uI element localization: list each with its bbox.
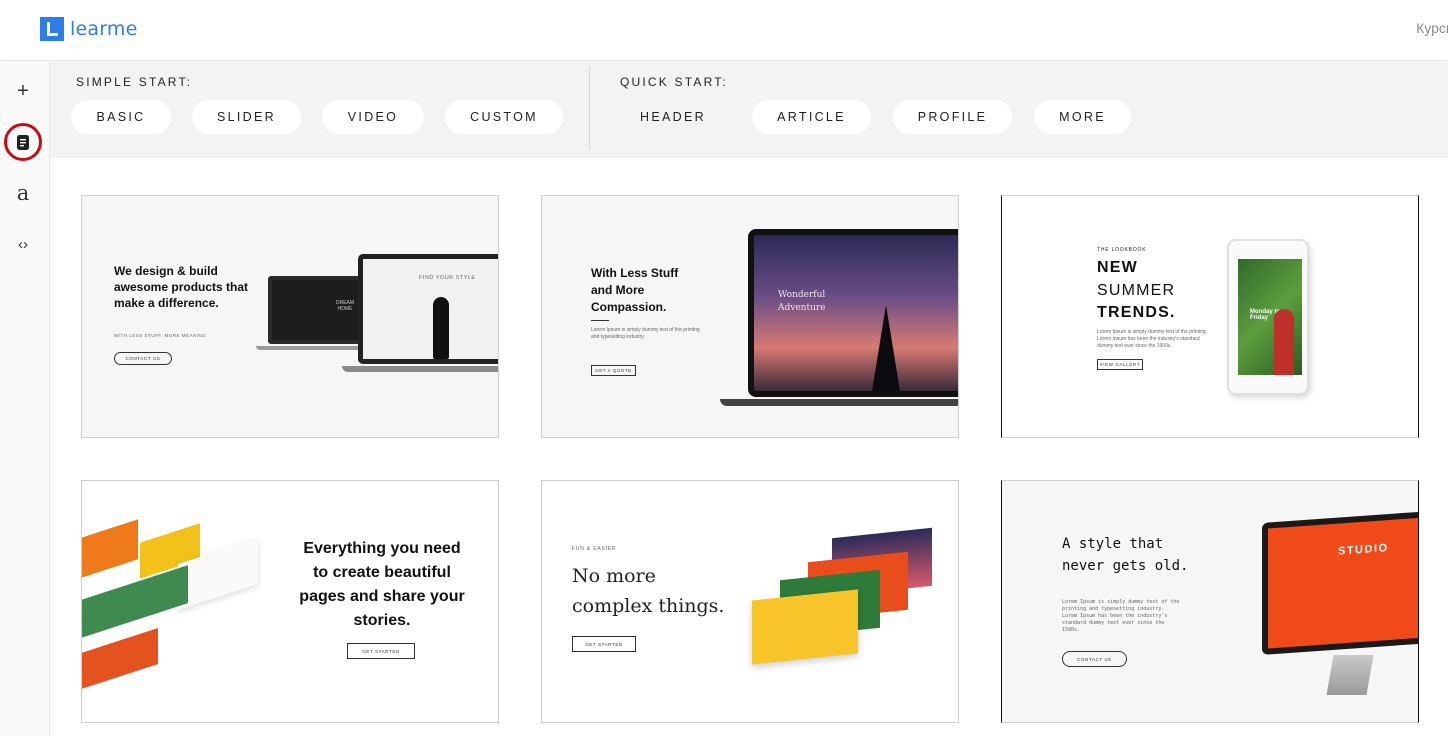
phone-image: Monday to Friday bbox=[1227, 239, 1309, 395]
card-button: CONTACT US bbox=[1062, 651, 1127, 667]
custom-button[interactable]: CUSTOM bbox=[445, 100, 563, 134]
template-card-6[interactable]: A style that never gets old. Lorem Ipsum… bbox=[1001, 480, 1419, 723]
add-block-button[interactable]: + bbox=[0, 76, 46, 106]
card-kicker: THE LOOKBOOK bbox=[1097, 247, 1147, 253]
laptop-image: DREAM HOME bbox=[268, 276, 364, 344]
card-rule bbox=[591, 320, 609, 321]
screen-text: STUDIO bbox=[1338, 542, 1389, 558]
card-kicker: FUN & EASIER bbox=[572, 546, 617, 552]
sidebar: + a ‹› bbox=[0, 62, 50, 736]
header-button[interactable]: HEADER bbox=[615, 100, 731, 134]
tree-silhouette bbox=[872, 305, 900, 391]
laptop-base-2 bbox=[342, 366, 498, 372]
logo-text: learme bbox=[70, 18, 138, 40]
card-title: No more complex things. bbox=[572, 565, 725, 617]
toolbar-divider bbox=[589, 66, 590, 150]
phone-photo: Monday to Friday bbox=[1238, 259, 1302, 375]
card-button: GET STARTED bbox=[572, 636, 636, 652]
card-title: We design & build awesome products that … bbox=[114, 264, 249, 310]
monitor-stand bbox=[1326, 655, 1374, 695]
card-title-1: NEW bbox=[1097, 259, 1138, 276]
highlight-circle bbox=[4, 123, 42, 161]
logo[interactable]: learme bbox=[40, 17, 138, 41]
card-button: GET A QUOTE bbox=[591, 365, 636, 376]
laptop-image: Wonderful Adventure bbox=[748, 229, 958, 397]
video-button[interactable]: VIDEO bbox=[322, 100, 424, 134]
person-figure bbox=[433, 297, 449, 359]
laptop-base bbox=[720, 399, 958, 406]
plus-icon: + bbox=[17, 79, 29, 102]
logo-icon bbox=[40, 17, 64, 41]
card-title: Everything you need to create beautiful … bbox=[299, 540, 465, 629]
more-button[interactable]: MORE bbox=[1034, 100, 1131, 134]
template-card-3[interactable]: THE LOOKBOOK NEW SUMMER TRENDS. Lorem Ip… bbox=[1001, 195, 1419, 438]
code-block-button[interactable]: ‹› bbox=[0, 229, 46, 259]
laptop-image-2: FIND YOUR STYLE bbox=[358, 254, 498, 364]
slide-stack bbox=[752, 527, 952, 669]
card-title: A style that never gets old. bbox=[1062, 536, 1189, 574]
isometric-collage bbox=[82, 519, 278, 690]
simple-start-label: SIMPLE START: bbox=[76, 75, 193, 89]
card-title-3: TRENDS. bbox=[1097, 304, 1176, 321]
slider-button[interactable]: SLIDER bbox=[192, 100, 301, 134]
text-block-button[interactable]: a bbox=[0, 178, 46, 208]
courses-link[interactable]: Курсы bbox=[1416, 20, 1448, 36]
collage-tile bbox=[82, 565, 188, 639]
top-bar: learme Курсы bbox=[0, 0, 1448, 61]
card-button: VIEW GALLERY bbox=[1097, 359, 1143, 370]
screen-text: Wonderful Adventure bbox=[778, 290, 826, 313]
card-subtitle: Lorem Ipsum is simply dummy text of the … bbox=[1062, 599, 1180, 633]
card-title-2: SUMMER bbox=[1097, 282, 1176, 299]
template-card-1[interactable]: We design & build awesome products that … bbox=[81, 195, 499, 438]
text-icon: a bbox=[16, 181, 30, 205]
template-card-5[interactable]: FUN & EASIER No more complex things. GET… bbox=[541, 480, 959, 723]
collage-tile bbox=[82, 628, 158, 690]
card-button: GET STARTED bbox=[347, 643, 415, 659]
article-button[interactable]: ARTICLE bbox=[752, 100, 871, 134]
slide-tile bbox=[752, 589, 858, 665]
card-subtitle: WITH LESS STUFF, MORE MEANING bbox=[114, 333, 207, 338]
screen-text: DREAM HOME bbox=[335, 300, 355, 312]
card-button: CONTACT US bbox=[114, 352, 172, 365]
card-subtitle: Lorem Ipsum is simply dummy text of the … bbox=[591, 327, 700, 340]
card-subtitle: Lorem Ipsum is simply dummy text of the … bbox=[1097, 329, 1208, 349]
monitor-image: STUDIO bbox=[1262, 511, 1418, 655]
person-figure bbox=[1274, 309, 1294, 375]
code-icon: ‹› bbox=[18, 235, 28, 253]
screen-text: FIND YOUR STYLE bbox=[419, 275, 476, 281]
basic-button[interactable]: BASIC bbox=[71, 100, 171, 134]
profile-button[interactable]: PROFILE bbox=[893, 100, 1012, 134]
template-card-2[interactable]: With Less Stuff and More Compassion. Lor… bbox=[541, 195, 959, 438]
card-title: With Less Stuff and More Compassion. bbox=[591, 266, 679, 314]
quick-start-label: QUICK START: bbox=[620, 75, 728, 89]
collage-tile bbox=[82, 519, 138, 579]
template-toolbar: SIMPLE START: BASIC SLIDER VIDEO CUSTOM … bbox=[50, 62, 1448, 158]
template-card-4[interactable]: Everything you need to create beautiful … bbox=[81, 480, 499, 723]
